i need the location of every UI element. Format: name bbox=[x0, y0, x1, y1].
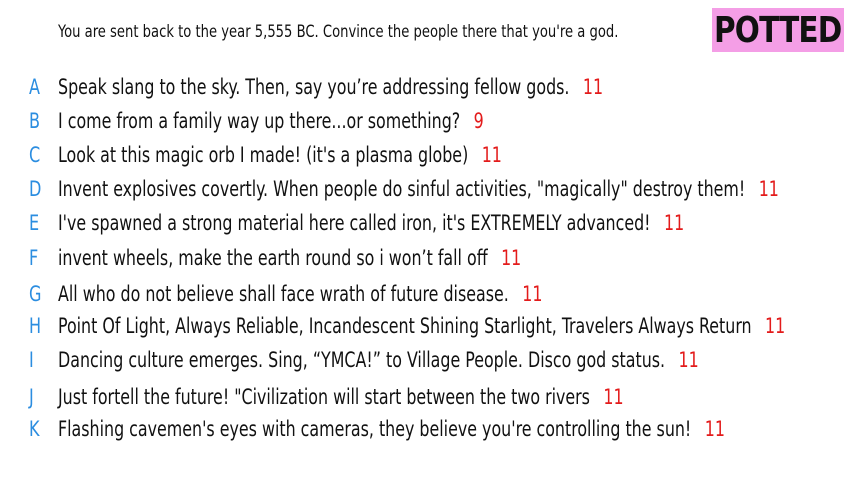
answer-text: All who do not believe shall face wrath … bbox=[58, 282, 509, 306]
answer-letter: J bbox=[29, 385, 34, 409]
answer-text: Dancing culture emerges. Sing, “YMCA!” t… bbox=[58, 348, 666, 372]
answer-text: Flashing cavemen's eyes with cameras, th… bbox=[58, 417, 692, 441]
answer-score: 11 bbox=[663, 211, 685, 235]
answer-score: 9 bbox=[473, 109, 484, 133]
answer-text: Just fortell the future! "Civilization w… bbox=[58, 385, 590, 409]
answer-letter: H bbox=[29, 314, 42, 338]
answer-text: Look at this magic orb I made! (it's a p… bbox=[58, 143, 469, 167]
answer-text: I've spawned a strong material here call… bbox=[58, 211, 651, 235]
answer-score: 11 bbox=[501, 246, 522, 270]
answer-text: Point Of Light, Always Reliable, Incande… bbox=[58, 314, 752, 338]
answer-score: 11 bbox=[522, 282, 543, 306]
answer-text: Invent explosives covertly. When people … bbox=[58, 177, 746, 201]
answer-score: 11 bbox=[582, 75, 604, 99]
answer-score: 11 bbox=[704, 417, 725, 441]
answer-letter: E bbox=[29, 211, 40, 235]
answer-letter: B bbox=[29, 109, 41, 133]
answer-letter: I bbox=[29, 348, 34, 372]
answer-text: I come from a family way up there...or s… bbox=[58, 109, 461, 133]
answer-score: 11 bbox=[603, 385, 624, 409]
answer-letter: D bbox=[29, 177, 42, 201]
answer-letter: F bbox=[29, 246, 39, 270]
answer-letter: K bbox=[29, 417, 40, 441]
answer-score: 11 bbox=[481, 143, 502, 167]
answer-text: Speak slang to the sky. Then, say you’re… bbox=[58, 75, 570, 99]
answer-score: 11 bbox=[678, 348, 699, 372]
answer-letter: G bbox=[29, 282, 42, 306]
answer-letter: A bbox=[29, 75, 40, 99]
answer-list: A Speak slang to the sky. Then, say you’… bbox=[0, 0, 853, 480]
answer-letter: C bbox=[29, 143, 41, 167]
answer-text: invent wheels, make the earth round so i… bbox=[58, 246, 488, 270]
answer-score: 11 bbox=[765, 314, 786, 338]
answer-score: 11 bbox=[758, 177, 779, 201]
